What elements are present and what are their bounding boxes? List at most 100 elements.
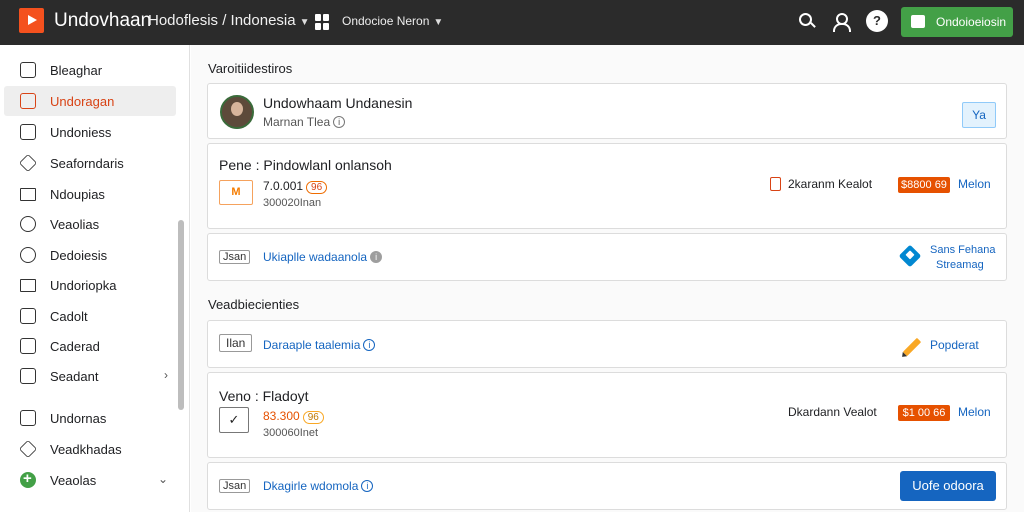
sidebar-item-4[interactable]: Seaforndaris xyxy=(4,148,176,178)
row-link-text: Dkagirle wdomola xyxy=(263,479,359,493)
gift-icon xyxy=(911,15,925,28)
product-amount-badge: $1 00 66 xyxy=(898,405,950,421)
sidebar-item-label: Veaolas xyxy=(50,473,97,488)
app-logo-icon[interactable] xyxy=(19,8,44,33)
list-icon xyxy=(20,368,36,384)
product-price: 83.300 96 xyxy=(263,409,324,424)
folder-icon xyxy=(20,188,36,201)
item-row-1: Jsan Ukiaplle wadaanola i Sans Fehana Str… xyxy=(207,233,1007,281)
section-title-2: Veadbiecienties xyxy=(208,297,300,312)
code-tag: Jsan xyxy=(219,250,251,264)
square-icon xyxy=(20,93,36,109)
product-title: Veno : Fladoyt xyxy=(219,388,309,404)
sidebar-item-label: Undoragan xyxy=(50,94,115,109)
sidebar-item-2[interactable]: Undoragan xyxy=(4,86,176,116)
product-badge: 96 xyxy=(306,181,328,194)
checkbox[interactable]: ✓ xyxy=(219,407,249,433)
code-tag: Jsan xyxy=(219,479,251,493)
info-icon: i xyxy=(361,480,374,492)
sidebar-item-10[interactable]: Caderad xyxy=(4,331,176,361)
apps-grid-icon[interactable] xyxy=(315,14,329,30)
product-link[interactable]: Melon xyxy=(958,405,991,419)
profile-card: Undowhaam Undanesin Marnan Tlea i Ya xyxy=(207,83,1007,139)
diamond-icon xyxy=(18,153,38,173)
workspace-selector[interactable]: Ondocioe Neron ▼ xyxy=(342,14,443,28)
sidebar-item-label: Ndoupias xyxy=(50,187,105,202)
list-icon xyxy=(20,124,36,140)
add-icon xyxy=(20,470,36,488)
sidebar-item-14[interactable]: Veaolas ⌄ xyxy=(4,465,176,495)
info-icon: i xyxy=(363,339,376,351)
user-icon[interactable] xyxy=(830,11,852,33)
sidebar-item-label: Dedoiesis xyxy=(50,248,108,263)
sidebar-item-6[interactable]: Veaolias xyxy=(4,209,176,239)
product-card-2: Veno : Fladoyt ✓ 83.300 96 300060Inet Dka… xyxy=(207,372,1007,458)
calendar-icon xyxy=(20,338,36,354)
info-icon[interactable]: i xyxy=(333,116,346,128)
breadcrumb[interactable]: Hodoflesis / Indonesia ▼ xyxy=(148,12,310,29)
sidebar-item-label: Caderad xyxy=(50,339,100,354)
primary-action-button[interactable]: Uofe odoora xyxy=(900,471,996,501)
row-link[interactable]: Ukiaplle wadaanola i xyxy=(263,250,383,264)
shield-icon xyxy=(898,244,922,268)
list-icon xyxy=(20,410,36,426)
sidebar-item-12[interactable]: Undornas xyxy=(4,403,176,433)
product-amount-badge: $8800 69 xyxy=(898,177,950,193)
sidebar-scrollbar[interactable] xyxy=(178,220,184,410)
target-icon xyxy=(20,247,36,263)
product-vendor: Dkardann Vealot xyxy=(788,405,877,419)
row-link[interactable]: Dkagirle wdomola i xyxy=(263,479,374,493)
sidebar-item-11[interactable]: Seadant › xyxy=(4,361,176,391)
sidebar: Bleaghar Undoragan Undoniess Seaforndari… xyxy=(0,45,190,512)
chevron-right-icon: › xyxy=(164,368,168,382)
sidebar-item-8[interactable]: Undoriopka xyxy=(4,270,176,300)
product-date: 300060Inet xyxy=(263,427,319,439)
app-title: Undovhaan xyxy=(54,10,152,31)
avatar[interactable] xyxy=(220,95,254,129)
sidebar-item-label: Cadolt xyxy=(50,309,88,324)
info-icon: i xyxy=(370,251,383,263)
product-link[interactable]: Melon xyxy=(958,177,991,191)
product-price-value: 83.300 xyxy=(263,409,300,423)
workspace-label: Ondocioe Neron xyxy=(342,14,430,28)
sidebar-item-13[interactable]: Veadkhadas xyxy=(4,434,176,464)
sidebar-item-label: Veadkhadas xyxy=(50,442,122,457)
sidebar-item-label: Undoriopka xyxy=(50,278,117,293)
sidebar-item-1[interactable]: Bleaghar xyxy=(4,55,176,85)
help-icon[interactable]: ? xyxy=(866,10,888,32)
product-card-1: Pene : Pindowlanl onlansoh M 7.0.001 96 3… xyxy=(207,143,1007,229)
row-link[interactable]: Daraaple taalemia i xyxy=(263,338,376,352)
sidebar-item-label: Bleaghar xyxy=(50,63,103,78)
sidebar-item-5[interactable]: Ndoupias xyxy=(4,179,176,209)
document-icon xyxy=(770,177,781,191)
sidebar-item-7[interactable]: Dedoiesis xyxy=(4,240,176,270)
edit-icon xyxy=(20,308,36,324)
document-icon xyxy=(20,62,36,78)
sidebar-item-label: Undoniess xyxy=(50,125,112,140)
pencil-icon xyxy=(902,337,922,357)
profile-subtitle-text: Marnan Tlea xyxy=(263,115,331,129)
item-row-3: Jsan Dkagirle wdomola i Uofe odoora xyxy=(207,462,1007,510)
product-title: Pene : Pindowlanl onlansoh xyxy=(219,157,392,173)
product-badge: 96 xyxy=(302,411,324,424)
chevron-down-icon: ⌄ xyxy=(157,472,168,486)
search-icon[interactable] xyxy=(797,11,819,33)
row-side-text-2: Streamag xyxy=(936,259,984,271)
action-button[interactable]: Ondoioeiosin xyxy=(901,7,1013,37)
sidebar-item-9[interactable]: Cadolt xyxy=(4,301,176,331)
breadcrumb-text: Hodoflesis / Indonesia xyxy=(148,12,296,29)
profile-name: Undowhaam Undanesin xyxy=(263,95,413,111)
row-link-text: Daraaple taalemia xyxy=(263,338,361,352)
sidebar-item-3[interactable]: Undoniess xyxy=(4,117,176,147)
version-button[interactable]: Ya xyxy=(962,102,996,128)
main-content: Varoitiidestiros Undowhaam Undanesin Mar… xyxy=(191,45,1024,512)
profile-subtitle: Marnan Tlea i xyxy=(263,115,346,129)
circle-icon xyxy=(20,216,36,232)
code-tag: Ilan xyxy=(219,334,253,352)
row-side-text-1: Sans Fehana xyxy=(930,244,996,256)
product-icon: M xyxy=(219,180,253,205)
product-vendor: 2karanm Kealot xyxy=(788,177,873,191)
sidebar-item-label: Seadant xyxy=(50,369,99,384)
section-title-1: Varoitiidestiros xyxy=(208,61,293,76)
row-side-link[interactable]: Popderat xyxy=(930,338,979,352)
